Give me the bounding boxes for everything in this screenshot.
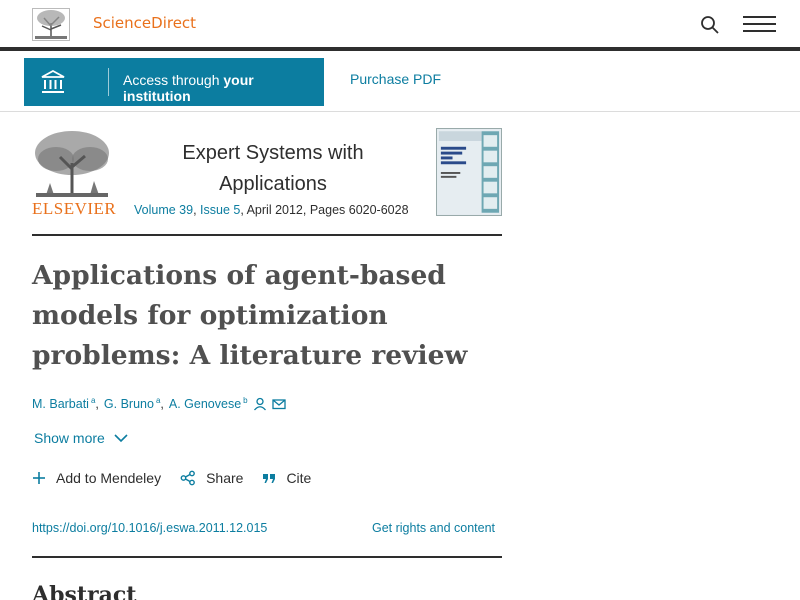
access-button-label: Access through your institution [123, 72, 324, 104]
header-divider [0, 47, 800, 51]
author-separator: , [95, 396, 99, 411]
button-separator [108, 68, 109, 96]
author-separator: , [160, 396, 164, 411]
author-name-text: G. Bruno [103, 397, 154, 411]
cite-label: Cite [286, 470, 312, 486]
top-nav: ScienceDirect [0, 0, 800, 48]
author-name[interactable]: A. Genovese b [169, 396, 248, 411]
hamburger-menu-icon[interactable] [743, 14, 777, 34]
share-icon [180, 470, 195, 486]
journal-cover-image[interactable] [436, 128, 502, 216]
issue-link[interactable]: Issue 5 [200, 203, 240, 217]
article-title: Applications of agent-based models for o… [32, 260, 468, 371]
plus-icon [33, 472, 45, 484]
search-icon[interactable] [700, 15, 720, 35]
author-name-text: M. Barbati [32, 397, 89, 411]
elsevier-wordmark: ELSEVIER [32, 199, 117, 218]
volume-link[interactable]: Volume 39 [134, 203, 193, 217]
quote-icon [263, 474, 276, 483]
get-rights-link[interactable]: Get rights and content [372, 521, 495, 535]
article-actions: Add to Mendeley Share Cite [32, 470, 330, 486]
author-name-text: A. Genovese [168, 397, 242, 411]
chevron-down-icon [114, 433, 128, 442]
journal-volume-info: Volume 39, Issue 5, April 2012, Pages 60… [134, 203, 409, 217]
person-icon[interactable] [253, 397, 267, 411]
mail-icon[interactable] [271, 397, 286, 411]
access-through-institution-button[interactable]: Access through your institution [24, 58, 324, 106]
add-to-mendeley-button[interactable]: Add to Mendeley [32, 470, 161, 486]
purchase-pdf-link[interactable]: Purchase PDF [350, 71, 441, 87]
share-button[interactable]: Share [180, 470, 243, 486]
abstract-heading: Abstract [32, 582, 137, 600]
date-pages: , April 2012, Pages 6020-6028 [240, 203, 409, 217]
doi-link[interactable]: https://doi.org/10.1016/j.eswa.2011.12.0… [32, 521, 267, 535]
institution-icon [41, 70, 65, 93]
share-label: Share [206, 470, 244, 486]
journal-title[interactable]: Expert Systems with Applications [158, 138, 388, 200]
author-affiliation: b [243, 396, 248, 405]
access-divider [0, 111, 800, 112]
article-divider [32, 556, 502, 558]
meta-separator: , [193, 203, 201, 217]
author-name[interactable]: G. Bruno a [104, 396, 160, 411]
brand-name[interactable]: ScienceDirect [93, 14, 196, 32]
author-list: M. Barbati a, G. Bruno a, A. Genovese b [32, 396, 286, 411]
access-label-prefix: Access through [123, 72, 224, 88]
elsevier-tree-illustration[interactable] [32, 129, 111, 199]
journal-divider [32, 234, 502, 236]
elsevier-tree-logo-icon[interactable] [32, 8, 70, 41]
mendeley-label: Add to Mendeley [56, 470, 162, 486]
show-more-button[interactable]: Show more [34, 430, 128, 446]
show-more-label: Show more [34, 430, 105, 446]
cite-button[interactable]: Cite [262, 470, 311, 486]
author-name[interactable]: M. Barbati a [32, 396, 95, 411]
